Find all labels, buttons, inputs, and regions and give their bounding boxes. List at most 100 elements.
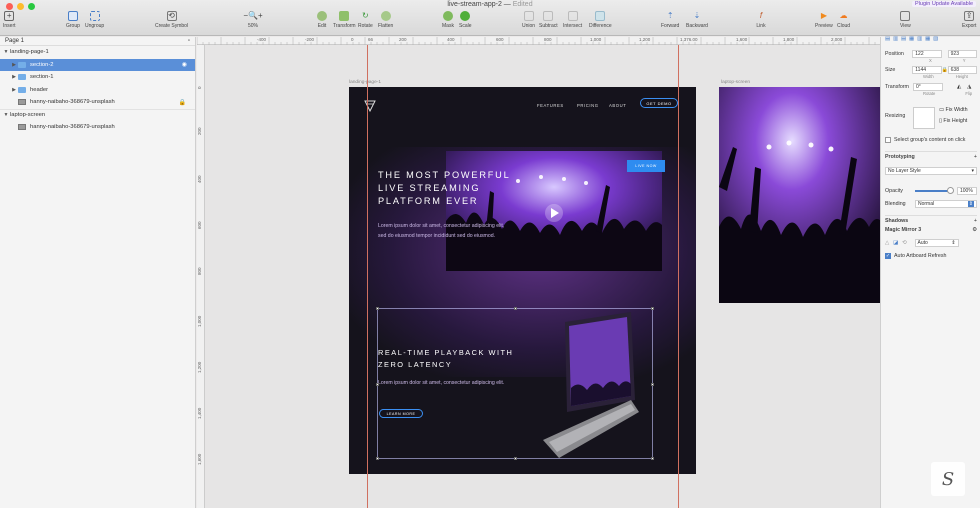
resize-handle[interactable] [514, 307, 517, 310]
rotate-button[interactable]: ↻ Rotate [358, 11, 373, 30]
resize-handle[interactable] [376, 307, 379, 310]
mirror-flip-icon[interactable]: ◪ [893, 240, 898, 246]
disclosure-closed-icon[interactable]: ▶ [10, 87, 18, 93]
artboard-laptop-screen[interactable] [719, 87, 880, 303]
align-top-icon[interactable]: ▦ [909, 36, 914, 42]
resize-handle[interactable] [376, 383, 379, 386]
ruler-label: 800 [544, 37, 552, 42]
fix-width-option[interactable]: ▭ Fix Width [939, 107, 968, 113]
page-selector[interactable]: Page 1 ▫ [0, 37, 195, 46]
link-button[interactable]: f Link [756, 11, 766, 30]
distribute-icon[interactable]: ▧ [933, 36, 938, 42]
ungroup-button[interactable]: Ungroup [85, 11, 104, 29]
x-field[interactable]: 122 [912, 50, 942, 58]
mask-button[interactable]: Mask [442, 11, 454, 29]
view-button[interactable]: View [900, 11, 911, 29]
mirror-mode-select[interactable]: Auto ⇕ [914, 239, 959, 247]
resize-handle[interactable] [514, 457, 517, 460]
gear-icon[interactable]: ⚙ [972, 227, 977, 233]
slider-knob[interactable] [947, 187, 954, 194]
canvas[interactable]: landing-page-1 laptop-screen FEATURES PR… [205, 45, 880, 508]
flip-horizontal-icon[interactable]: ◭ [957, 84, 961, 90]
scale-button[interactable]: Scale [459, 11, 472, 29]
align-bottom-icon[interactable]: ▦ [925, 36, 930, 42]
ruler-label: -400 [257, 37, 267, 42]
resize-handle[interactable] [651, 307, 654, 310]
union-button[interactable]: Union [522, 11, 535, 29]
layer-style-select[interactable]: No Layer Style ▾ [885, 167, 977, 175]
add-page-icon[interactable]: ▫ [188, 38, 190, 44]
rotate-field[interactable]: 0° [913, 83, 943, 91]
vertical-ruler[interactable]: 0 200 400 600 800 1,000 1,200 1,400 1,60… [197, 45, 205, 508]
height-field[interactable]: 638 [947, 66, 978, 74]
auto-refresh-checkbox[interactable]: ✓ [885, 253, 891, 259]
zoom-control[interactable]: −🔍+ 50% [240, 11, 266, 30]
align-center-icon[interactable]: ▥ [893, 36, 898, 42]
disclosure-open-icon[interactable]: ▼ [2, 49, 10, 55]
intersect-button[interactable]: Intersect [563, 11, 582, 29]
width-field[interactable]: 1144 [912, 66, 942, 74]
selection-bounds[interactable] [376, 307, 654, 460]
layer-laptop-screen[interactable]: ▼ laptop-screen [0, 108, 195, 122]
plugin-update-badge[interactable]: Plugin Update Available [912, 1, 976, 7]
fix-height-option[interactable]: ▯ Fix Height [939, 118, 968, 124]
export-button[interactable]: ⇪ Export [962, 11, 976, 29]
artboard-label-laptop[interactable]: laptop-screen [721, 80, 750, 85]
flatten-button[interactable]: Flatten [378, 11, 393, 29]
layer-image[interactable]: hanny-naibaho-368679-unsplash [0, 121, 195, 134]
nav-features[interactable]: FEATURES [537, 103, 564, 108]
group-button[interactable]: Group [66, 11, 80, 29]
artboard-label-landing[interactable]: landing-page-1 [349, 80, 381, 85]
opacity-field[interactable]: 100% [957, 187, 977, 195]
guide-line[interactable] [678, 45, 679, 508]
resize-handle[interactable] [651, 383, 654, 386]
nav-about[interactable]: ABOUT [609, 103, 626, 108]
layer-header[interactable]: ▶ header [0, 84, 195, 97]
lock-icon[interactable]: 🔒 [179, 99, 186, 106]
get-demo-button[interactable]: GET DEMO [640, 98, 678, 108]
create-symbol-button[interactable]: ⟲ Create Symbol [155, 11, 188, 29]
disclosure-closed-icon[interactable]: ▶ [10, 74, 18, 80]
nav-pricing[interactable]: PRICING [577, 103, 599, 108]
eye-icon[interactable]: ◉ [182, 61, 187, 68]
align-right-icon[interactable]: ▤ [901, 36, 906, 42]
opacity-slider[interactable] [915, 187, 954, 194]
mirror-rotate-icon[interactable]: ⟲ [902, 240, 906, 246]
preview-button[interactable]: ▶ Preview [815, 11, 833, 30]
disclosure-closed-icon[interactable]: ▶ [10, 62, 18, 68]
add-shadow-icon[interactable]: + [974, 218, 977, 224]
transform-button[interactable]: Transform [333, 11, 356, 29]
flip-vertical-icon[interactable]: ◮ [967, 84, 971, 90]
subtract-button[interactable]: Subtract [539, 11, 558, 29]
resize-handle[interactable] [651, 457, 654, 460]
layers-panel: Page 1 ▫ ▼ landing-page-1 ▶ section-2 ◉ ▶ se… [0, 37, 196, 508]
select-group-checkbox[interactable] [885, 137, 891, 143]
guide-line[interactable] [367, 45, 368, 508]
disclosure-open-icon[interactable]: ▼ [2, 112, 10, 118]
resizing-widget[interactable] [913, 107, 935, 129]
play-icon: ▶ [820, 11, 827, 20]
insert-button[interactable]: + Insert [3, 11, 16, 29]
blending-select[interactable]: Normal ⇕ [915, 200, 977, 208]
edit-button[interactable]: Edit [317, 11, 327, 29]
magic-mirror-controls: △ ◪ ⟲ Auto ⇕ [885, 239, 977, 247]
layer-landing-page-1[interactable]: ▼ landing-page-1 [0, 46, 195, 59]
live-now-button[interactable]: LIVE NOW [627, 160, 665, 172]
mirror-tool-icon[interactable]: △ [885, 240, 889, 246]
artboard-landing-page[interactable]: FEATURES PRICING ABOUT GET DEMO LIVE NOW… [349, 87, 696, 474]
add-prototyping-icon[interactable]: + [974, 154, 977, 160]
align-middle-icon[interactable]: ▥ [917, 36, 922, 42]
difference-button[interactable]: Difference [589, 11, 612, 29]
forward-button[interactable]: ⇡ Forward [661, 11, 679, 30]
layer-image[interactable]: hanny-naibaho-368679-unsplash 🔒 [0, 96, 195, 109]
y-field[interactable]: 923 [947, 50, 978, 58]
resizing-row: Resizing ▭ Fix Width ▯ Fix Height [885, 107, 977, 129]
forward-icon: ⇡ [666, 11, 674, 20]
cloud-button[interactable]: ☁ Cloud [837, 11, 850, 30]
backward-button[interactable]: ⇣ Backward [686, 11, 708, 30]
align-left-icon[interactable]: ▤ [885, 36, 890, 42]
resize-handle[interactable] [376, 457, 379, 460]
horizontal-ruler[interactable]: -400 -200 0 66 200 400 600 800 1,000 1,2… [197, 37, 880, 45]
layer-section-1[interactable]: ▶ section-1 [0, 71, 195, 84]
layer-section-2[interactable]: ▶ section-2 ◉ [0, 58, 195, 71]
